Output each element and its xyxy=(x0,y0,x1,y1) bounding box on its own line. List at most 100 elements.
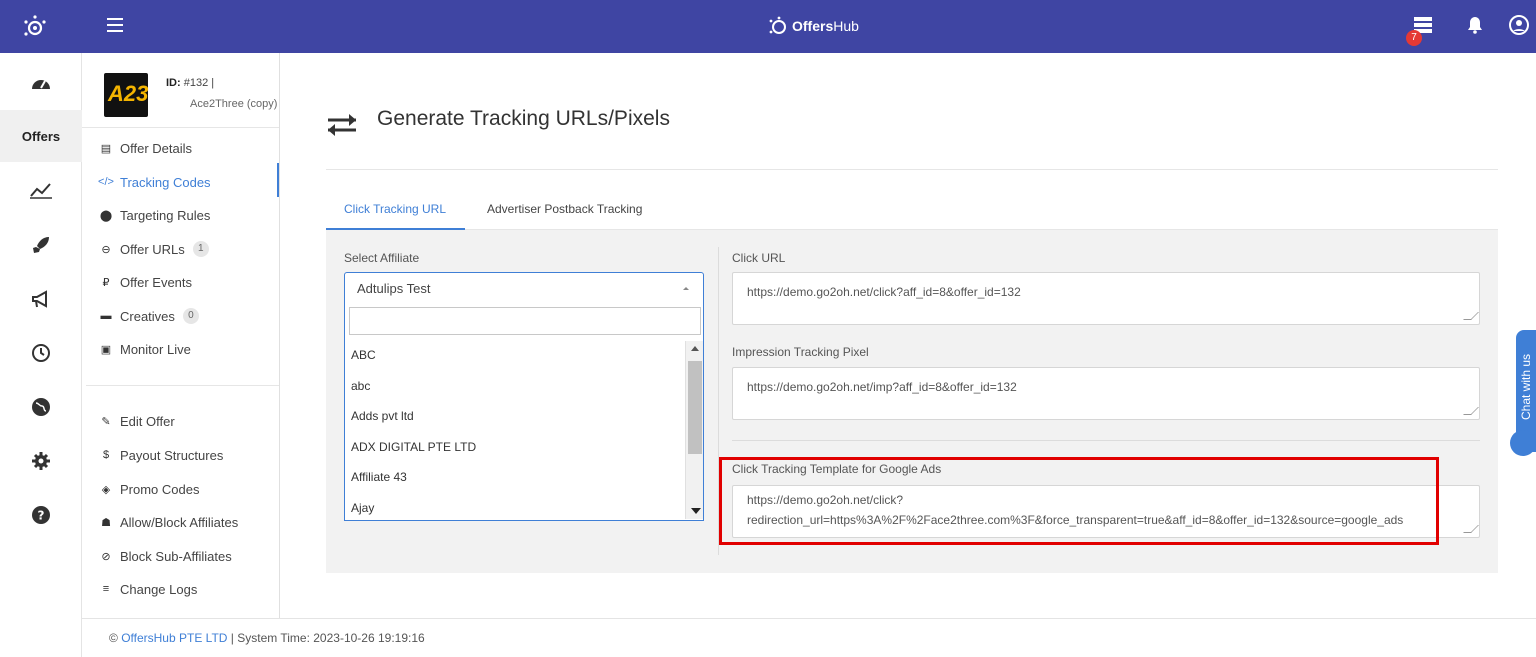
sidebar-item-targeting-rules[interactable]: ⬤ Targeting Rules xyxy=(100,204,210,226)
affiliate-search-input[interactable] xyxy=(349,307,701,335)
brand-name-bold: Offers xyxy=(792,18,834,34)
rail-dashboard[interactable] xyxy=(0,63,82,103)
footer-copyright-symbol: © xyxy=(109,631,118,645)
rail-campaigns[interactable] xyxy=(0,279,82,319)
sidebar-item-label: Monitor Live xyxy=(120,341,191,357)
page-title: Generate Tracking URLs/Pixels xyxy=(377,107,670,130)
affiliate-option[interactable]: ABC xyxy=(345,340,683,371)
sidebar-item-offer-events[interactable]: ₽ Offer Events xyxy=(100,271,193,293)
sidebar-item-promo-codes[interactable]: ◈ Promo Codes xyxy=(100,478,200,500)
sidebar-item-monitor-live[interactable]: ▣ Monitor Live xyxy=(100,338,191,360)
sidebar-item-label: Block Sub-Affiliates xyxy=(120,548,232,564)
rail-settings[interactable] xyxy=(0,441,82,481)
rail-history[interactable] xyxy=(0,333,82,373)
affiliate-option[interactable]: abc xyxy=(345,371,683,402)
offer-logo-text: A23 xyxy=(108,81,149,106)
sidebar-item-label: Offer Events xyxy=(120,274,193,290)
dropdown-scrollbar[interactable] xyxy=(685,341,703,519)
click-url-label: Click URL xyxy=(732,251,786,265)
notification-count-badge: 7 xyxy=(1406,30,1422,46)
footer-company-link[interactable]: OffersHub PTE LTD xyxy=(121,631,227,645)
map-pin-icon: ⬤ xyxy=(99,209,113,222)
line-chart-icon xyxy=(30,183,52,199)
annotation-highlight-box xyxy=(719,457,1439,545)
sidebar-item-payout-structures[interactable]: $ Payout Structures xyxy=(100,444,223,466)
offer-sidebar: A23 ID: #132 | Ace2Three (copy) ▤ Offer D… xyxy=(82,53,280,618)
sidebar-item-offer-details[interactable]: ▤ Offer Details xyxy=(100,137,192,159)
select-affiliate-label: Select Affiliate xyxy=(344,251,420,265)
sidebar-item-creatives[interactable]: ▬ Creatives 0 xyxy=(100,305,199,327)
sidebar-item-label: Creatives xyxy=(120,308,175,324)
sidebar-item-tracking-codes[interactable]: </> Tracking Codes xyxy=(98,171,211,193)
dollar-icon: $ xyxy=(102,449,110,461)
affiliate-option[interactable]: Adds pvt ltd xyxy=(345,401,683,432)
rail-global[interactable] xyxy=(0,387,82,427)
offer-id-label: ID: xyxy=(166,77,181,89)
user-account-icon[interactable] xyxy=(1508,14,1530,36)
affiliate-option[interactable]: Affiliate 43 xyxy=(345,462,683,493)
sidebar-item-label: Edit Offer xyxy=(120,413,175,429)
offer-name: Ace2Three (copy) xyxy=(190,98,278,110)
offer-id-value: #132 | xyxy=(183,77,215,89)
sidebar-item-label: Tracking Codes xyxy=(120,174,211,190)
sidebar-item-change-logs[interactable]: ≡ Change Logs xyxy=(100,578,198,600)
impression-pixel-field[interactable]: https://demo.go2oh.net/imp?aff_id=8&offe… xyxy=(732,367,1480,420)
help-question-icon: ? xyxy=(32,506,50,524)
tab-advertiser-postback-tracking[interactable]: Advertiser Postback Tracking xyxy=(487,202,642,216)
tab-click-tracking-url[interactable]: Click Tracking URL xyxy=(344,202,446,216)
clipboard-icon: ▤ xyxy=(100,142,112,155)
sidebar-item-allow-block-affiliates[interactable]: ☗ Allow/Block Affiliates xyxy=(100,511,238,533)
affiliate-option[interactable]: ADX DIGITAL PTE LTD xyxy=(345,432,683,463)
bell-icon[interactable] xyxy=(1464,14,1486,36)
pencil-icon: ✎ xyxy=(101,415,111,428)
hamburger-menu-icon[interactable] xyxy=(107,18,123,32)
resize-grip-icon[interactable] xyxy=(1463,525,1479,533)
scroll-up-arrow-icon[interactable] xyxy=(691,346,699,351)
scrollbar-thumb[interactable] xyxy=(688,361,702,454)
sidebar-divider xyxy=(82,127,279,128)
app-logo-icon[interactable] xyxy=(22,14,48,40)
sidebar-item-block-sub-affiliates[interactable]: ⊘ Block Sub-Affiliates xyxy=(100,545,232,567)
scroll-down-arrow-icon[interactable] xyxy=(691,508,701,514)
rail-launch[interactable] xyxy=(0,225,82,265)
title-divider xyxy=(326,169,1498,170)
chat-with-us-label: Chat with us xyxy=(1519,353,1533,420)
image-icon: ▬ xyxy=(100,310,112,322)
caret-up-icon xyxy=(683,287,689,290)
click-url-field[interactable]: https://demo.go2oh.net/click?aff_id=8&of… xyxy=(732,272,1480,325)
sidebar-item-edit-offer[interactable]: ✎ Edit Offer xyxy=(100,410,175,432)
offer-logo: A23 xyxy=(104,73,148,117)
tag-icon: ◈ xyxy=(101,483,111,496)
offer-header: A23 ID: #132 | Ace2Three (copy) xyxy=(104,73,277,123)
resize-grip-icon[interactable] xyxy=(1463,312,1479,320)
chat-bubble-icon[interactable] xyxy=(1510,430,1536,456)
brand-name-rest: Hub xyxy=(833,18,859,34)
sidebar-item-label: Offer URLs xyxy=(120,241,185,257)
fields-divider xyxy=(732,440,1480,441)
megaphone-icon xyxy=(32,290,47,308)
block-icon: ⊘ xyxy=(101,550,111,563)
rocket-icon xyxy=(33,237,49,253)
rail-offers-label: Offers xyxy=(21,128,61,144)
sidebar-item-label: Payout Structures xyxy=(120,447,224,463)
offer-urls-count-badge: 1 xyxy=(192,241,209,257)
link-icon: ⊖ xyxy=(101,243,111,256)
footer: © OffersHub PTE LTD | System Time: 2023-… xyxy=(82,618,1536,657)
resize-grip-icon[interactable] xyxy=(1463,407,1479,415)
code-icon: </> xyxy=(98,176,114,188)
globe-icon xyxy=(32,398,50,416)
affiliate-select[interactable]: Adtulips Test xyxy=(344,272,704,304)
icon-rail: Offers ? xyxy=(0,53,82,657)
rail-help[interactable]: ? xyxy=(0,495,82,535)
sidebar-item-label: Allow/Block Affiliates xyxy=(120,514,239,530)
brand-mark-icon xyxy=(769,16,786,34)
active-item-indicator xyxy=(277,163,279,197)
rail-reports[interactable] xyxy=(0,170,82,210)
rail-offers[interactable]: Offers xyxy=(0,110,82,162)
brand-logo[interactable]: OffersHub xyxy=(768,16,859,36)
sidebar-item-offer-urls[interactable]: ⊖ Offer URLs 1 xyxy=(100,238,209,260)
users-icon: ☗ xyxy=(101,516,111,529)
gear-icon xyxy=(32,452,50,470)
monitor-icon: ▣ xyxy=(100,343,112,356)
affiliate-option[interactable]: Ajay xyxy=(345,493,683,524)
